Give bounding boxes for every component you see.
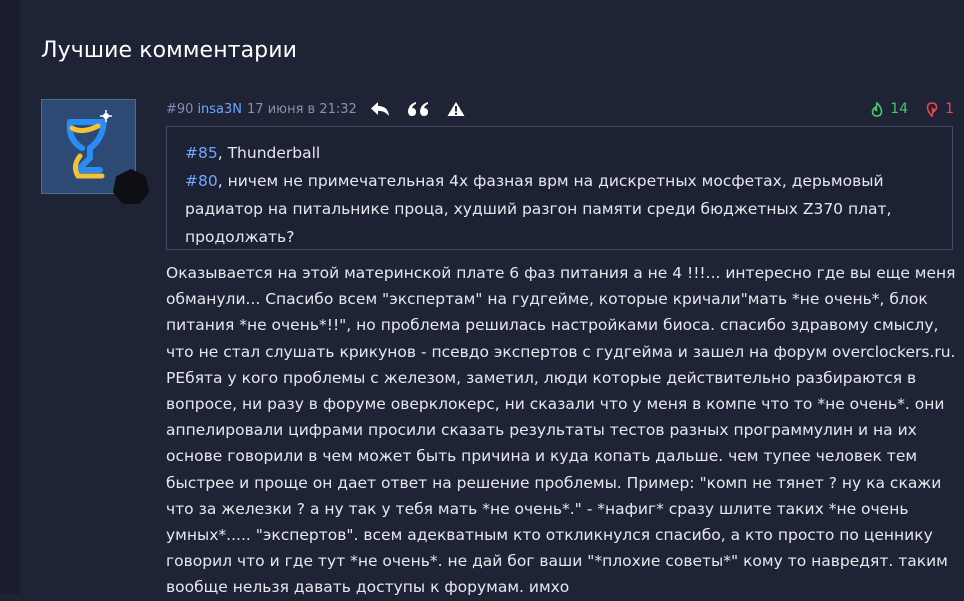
comment-body: Оказывается на этой материнской плате 6 … [166, 264, 956, 597]
quote-line-2: #80, ничем не примечательная 4х фазная в… [185, 167, 934, 251]
downvote-count: 1 [945, 101, 954, 117]
reply-button[interactable] [369, 99, 391, 119]
comment-number[interactable]: #90 [166, 102, 193, 117]
downvote-button[interactable]: 1 [926, 101, 954, 117]
quote-button[interactable] [407, 99, 429, 119]
report-button[interactable] [445, 99, 467, 119]
warning-icon [447, 102, 465, 116]
quote-ref-link-80[interactable]: #80 [185, 172, 218, 190]
reply-icon [370, 102, 389, 116]
comment-author[interactable]: insa3N [197, 102, 242, 117]
comment-date: 17 июня в 21:32 [247, 101, 357, 117]
quote-icon [407, 102, 428, 116]
quote-ref-link-85[interactable]: #85 [185, 144, 218, 162]
flame-up-icon [871, 101, 883, 117]
quoted-comment-block: #85, Thunderball #80, ничем не примечате… [166, 126, 953, 250]
upvote-button[interactable]: 14 [871, 101, 908, 117]
quote-ref2-text: , ничем не примечательная 4х фазная врм … [185, 172, 892, 246]
vote-counters: 14 1 [871, 99, 954, 119]
quote-line-1: #85, Thunderball [185, 139, 934, 167]
section-title: Лучшие комментарии [41, 38, 298, 63]
flame-down-icon [926, 101, 938, 117]
left-sidebar-strip [0, 0, 20, 594]
upvote-count: 14 [890, 101, 909, 117]
quote-ref1-text: , Thunderball [217, 144, 321, 162]
comment-meta: #90 insa3N 17 июня в 21:32 [166, 99, 467, 119]
user-rank-badge [113, 169, 149, 204]
